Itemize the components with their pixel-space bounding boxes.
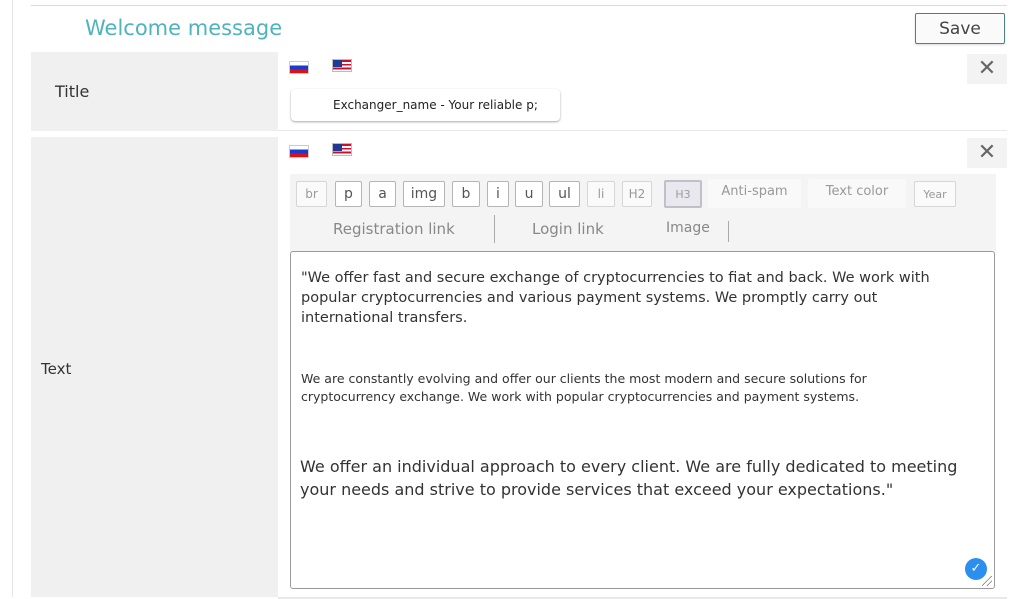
toolbar-a-button[interactable]: a [369, 181, 396, 207]
toolbar-separator [728, 221, 729, 242]
toolbar-ul-button[interactable]: ul [549, 181, 580, 207]
toolbar-italic-button[interactable]: i [487, 181, 509, 207]
ru-flag-icon[interactable] [289, 145, 309, 158]
toolbar-separator [494, 215, 495, 243]
title-input[interactable]: Exchanger_name - Your reliable p; [291, 89, 560, 121]
close-icon[interactable]: ✕ [967, 138, 1007, 168]
toolbar-h2-button[interactable]: H2 [622, 181, 652, 207]
title-label-cell: Title [31, 52, 278, 131]
us-flag-icon[interactable] [332, 143, 352, 156]
toolbar-br-button[interactable]: br [296, 181, 327, 207]
toolbar-year-button[interactable]: Year [914, 181, 956, 207]
toolbar-p-button[interactable]: p [335, 181, 362, 207]
toolbar-li-button[interactable]: li [587, 181, 615, 207]
toolbar-h3-button[interactable]: H3 [664, 180, 702, 208]
close-icon[interactable]: ✕ [967, 54, 1007, 84]
toolbar-image-button[interactable]: Image [666, 220, 710, 236]
us-flag-icon[interactable] [332, 59, 352, 72]
save-button[interactable]: Save [915, 13, 1005, 44]
toolbar-registration-link-button[interactable]: Registration link [333, 220, 455, 238]
text-label-cell: Text [31, 137, 278, 597]
toolbar-login-link-button[interactable]: Login link [532, 220, 604, 238]
toolbar-bold-button[interactable]: b [452, 181, 480, 207]
editor-paragraph: We are constantly evolving and offer our… [301, 371, 867, 404]
text-label: Text [41, 360, 72, 378]
editor-paragraph: We offer an individual approach to every… [300, 457, 958, 499]
toolbar-anti-spam-button[interactable]: Anti-spam [708, 179, 801, 208]
editor-paragraph: "We offer fast and secure exchange of cr… [301, 270, 930, 326]
toolbar-text-color-button[interactable]: Text color [808, 179, 906, 208]
ru-flag-icon[interactable] [289, 61, 309, 74]
section-title: Welcome message [85, 16, 283, 40]
resize-handle[interactable] [982, 576, 992, 586]
text-editor[interactable]: "We offer fast and secure exchange of cr… [290, 251, 995, 589]
title-label: Title [55, 82, 90, 101]
toolbar-img-button[interactable]: img [403, 181, 445, 207]
toolbar-underline-button[interactable]: u [515, 181, 543, 207]
left-rail [0, 0, 13, 597]
